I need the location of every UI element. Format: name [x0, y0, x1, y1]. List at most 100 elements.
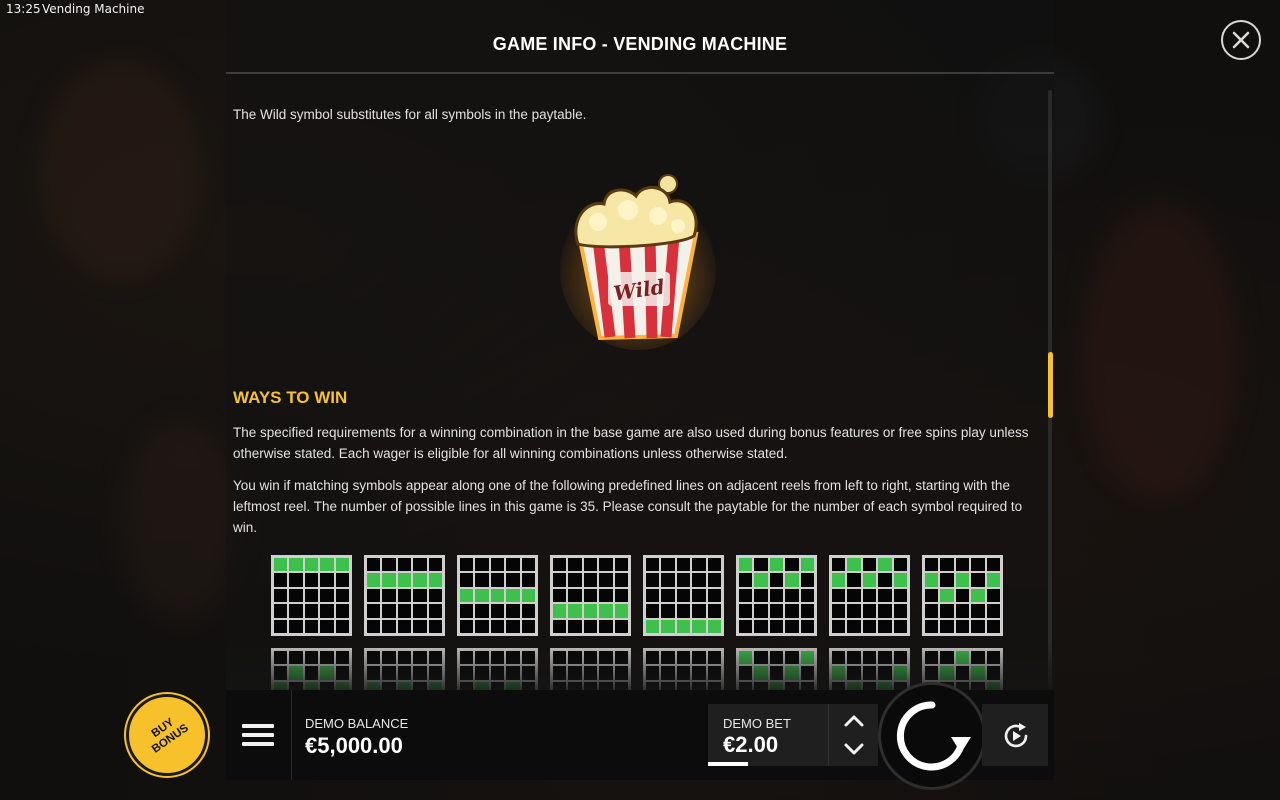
payline-cell	[784, 603, 800, 619]
payline-cell	[552, 587, 568, 604]
payline-cell	[706, 587, 722, 604]
payline-cell	[520, 572, 536, 588]
payline-cell	[273, 557, 289, 573]
payline-pattern	[457, 555, 538, 636]
payline-cell	[552, 557, 568, 573]
payline-cell	[706, 618, 722, 634]
payline-cell	[427, 587, 443, 604]
chevron-up-icon[interactable]	[843, 710, 865, 732]
payline-cell	[799, 618, 815, 634]
payline-cell	[396, 557, 413, 573]
payline-cell	[939, 618, 955, 634]
payline-cell	[427, 618, 443, 634]
chevron-down-icon[interactable]	[843, 738, 865, 760]
game-info-panel: GAME INFO - VENDING MACHINE The Wild sym…	[226, 0, 1054, 729]
buy-bonus-button[interactable]: BUY BONUS	[126, 694, 208, 776]
payline-cell	[985, 572, 1001, 588]
payline-cell	[505, 557, 521, 573]
bottom-bar: DEMO BALANCE €5,000.00 DEMO BET €2.00	[226, 682, 1054, 790]
wild-symbol-image: Wild	[558, 160, 718, 350]
payline-cell	[691, 587, 707, 604]
menu-button[interactable]	[242, 724, 274, 750]
payline-cell	[567, 587, 583, 604]
payline-cell	[459, 587, 475, 604]
payline-cell	[288, 618, 304, 634]
payline-cell	[396, 572, 413, 588]
payline-cell	[954, 603, 971, 619]
payline-cell	[582, 618, 599, 634]
payline-cell	[939, 603, 955, 619]
spin-button[interactable]	[878, 682, 986, 790]
autoplay-icon[interactable]	[1002, 722, 1030, 750]
payline-cell	[877, 572, 893, 588]
payline-cell	[334, 587, 350, 604]
payline-cell	[784, 557, 800, 573]
payline-cell	[675, 587, 692, 604]
payline-cell	[954, 572, 971, 588]
payline-cell	[474, 587, 490, 604]
payline-cell	[319, 587, 335, 604]
payline-cell	[846, 587, 862, 604]
payline-cell	[381, 572, 397, 588]
status-time: 13:25	[6, 2, 41, 16]
bet-display[interactable]: DEMO BET €2.00	[708, 704, 828, 766]
status-app-title: Vending Machine	[42, 2, 145, 16]
payline-cell	[970, 587, 986, 604]
payline-cell	[412, 603, 428, 619]
payline-cell	[567, 603, 583, 619]
payline-cell	[768, 572, 785, 588]
payline-cell	[520, 618, 536, 634]
payline-cell	[768, 587, 785, 604]
payline-cell	[831, 587, 847, 604]
payline-cell	[396, 603, 413, 619]
payline-cell	[892, 603, 908, 619]
payline-cell	[660, 572, 676, 588]
payline-cell	[675, 557, 692, 573]
payline-cell	[505, 587, 521, 604]
payline-cell	[582, 587, 599, 604]
payline-cell	[613, 587, 629, 604]
payline-cell	[412, 572, 428, 588]
payline-cell	[954, 587, 971, 604]
payline-cell	[273, 618, 289, 634]
payline-cell	[645, 618, 661, 634]
payline-cell	[738, 618, 754, 634]
payline-cell	[319, 572, 335, 588]
payline-cell	[970, 557, 986, 573]
payline-cell	[303, 587, 320, 604]
payline-cell	[474, 603, 490, 619]
payline-cell	[598, 572, 614, 588]
payline-cell	[273, 587, 289, 604]
payline-cell	[799, 557, 815, 573]
payline-cell	[706, 557, 722, 573]
bet-value: €2.00	[723, 732, 779, 757]
payline-cell	[366, 587, 382, 604]
payline-cell	[877, 618, 893, 634]
payline-cell	[924, 587, 940, 604]
payline-cell	[846, 618, 862, 634]
payline-cell	[598, 587, 614, 604]
bet-label: DEMO BET	[723, 716, 791, 731]
payline-cell	[924, 603, 940, 619]
payline-cell	[861, 618, 878, 634]
buy-bonus-label: BUY BONUS	[149, 716, 191, 756]
payline-cell	[427, 572, 443, 588]
payline-cell	[970, 572, 986, 588]
close-button[interactable]	[1221, 20, 1261, 60]
payline-cell	[675, 603, 692, 619]
payline-cell	[753, 603, 769, 619]
payline-cell	[552, 572, 568, 588]
payline-cell	[939, 587, 955, 604]
scrollbar-thumb[interactable]	[1048, 352, 1053, 418]
payline-cell	[846, 603, 862, 619]
payline-cell	[505, 572, 521, 588]
payline-cell	[706, 603, 722, 619]
payline-cell	[273, 572, 289, 588]
payline-cell	[459, 618, 475, 634]
payline-cell	[861, 603, 878, 619]
payline-cell	[613, 572, 629, 588]
payline-cell	[691, 557, 707, 573]
payline-cell	[288, 587, 304, 604]
payline-cell	[552, 618, 568, 634]
page-title: GAME INFO - VENDING MACHINE	[492, 34, 788, 54]
